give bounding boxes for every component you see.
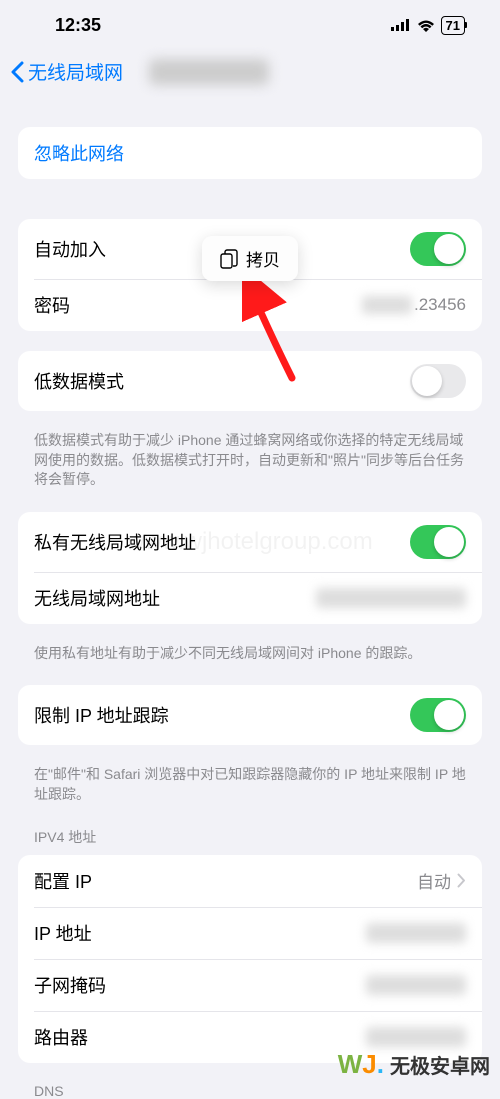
configure-ip-label: 配置 IP bbox=[34, 868, 92, 894]
password-redacted-part bbox=[362, 296, 412, 314]
auto-join-toggle[interactable] bbox=[410, 232, 466, 266]
private-address-group: 私有无线局域网地址 无线局域网地址 bbox=[18, 512, 482, 624]
limit-ip-group: 限制 IP 地址跟踪 bbox=[18, 685, 482, 745]
copy-label: 拷贝 bbox=[246, 246, 280, 271]
router-label: 路由器 bbox=[34, 1024, 88, 1050]
mac-address-row[interactable]: 无线局域网地址 bbox=[18, 572, 482, 624]
limit-ip-row: 限制 IP 地址跟踪 bbox=[18, 685, 482, 745]
low-data-group: 低数据模式 bbox=[18, 351, 482, 411]
private-address-row: 私有无线局域网地址 bbox=[18, 512, 482, 572]
limit-ip-note: 在"邮件"和 Safari 浏览器中对已知跟踪器隐藏你的 IP 地址来限制 IP… bbox=[34, 765, 466, 804]
chevron-right-icon bbox=[457, 873, 466, 888]
low-data-row: 低数据模式 bbox=[18, 351, 482, 411]
password-label: 密码 bbox=[34, 292, 70, 318]
dns-header: DNS bbox=[34, 1083, 466, 1099]
status-time: 12:35 bbox=[55, 15, 101, 36]
private-address-label: 私有无线局域网地址 bbox=[34, 529, 196, 555]
watermark-brand: 无极安卓网 bbox=[390, 1050, 490, 1079]
low-data-toggle[interactable] bbox=[410, 364, 466, 398]
status-bar: 12:35 71 bbox=[0, 0, 500, 50]
private-address-note: 使用私有地址有助于减少不同无线局域网间对 iPhone 的跟踪。 bbox=[34, 644, 466, 664]
low-data-label: 低数据模式 bbox=[34, 368, 124, 394]
copy-icon bbox=[220, 249, 238, 269]
ipv4-header: IPV4 地址 bbox=[34, 827, 466, 847]
auto-join-label: 自动加入 bbox=[34, 236, 106, 262]
battery-indicator: 71 bbox=[441, 16, 465, 35]
watermark-logo: WJ. bbox=[338, 1049, 384, 1080]
router-value-redacted bbox=[366, 1027, 466, 1047]
subnet-row: 子网掩码 bbox=[18, 959, 482, 1011]
configure-ip-value: 自动 bbox=[417, 868, 451, 893]
low-data-note: 低数据模式有助于减少 iPhone 通过蜂窝网络或你选择的特定无线局域网使用的数… bbox=[34, 431, 466, 490]
password-value: .23456 bbox=[362, 295, 466, 315]
mac-address-label: 无线局域网地址 bbox=[34, 585, 160, 611]
chevron-left-icon bbox=[10, 61, 24, 83]
ipv4-group: 配置 IP 自动 IP 地址 子网掩码 路由器 bbox=[18, 855, 482, 1063]
configure-ip-row[interactable]: 配置 IP 自动 bbox=[18, 855, 482, 907]
forget-network-group: 忽略此网络 bbox=[18, 127, 482, 179]
status-indicators: 71 bbox=[391, 16, 465, 35]
limit-ip-label: 限制 IP 地址跟踪 bbox=[34, 702, 169, 728]
ip-address-value-redacted bbox=[366, 923, 466, 943]
limit-ip-toggle[interactable] bbox=[410, 698, 466, 732]
forget-network-button[interactable]: 忽略此网络 bbox=[18, 127, 482, 179]
back-button[interactable]: 无线局域网 bbox=[10, 58, 123, 85]
back-label: 无线局域网 bbox=[28, 58, 123, 85]
ip-address-row: IP 地址 bbox=[18, 907, 482, 959]
signal-icon bbox=[391, 19, 411, 31]
wifi-icon bbox=[417, 19, 435, 32]
mac-address-value-redacted bbox=[316, 588, 466, 608]
subnet-label: 子网掩码 bbox=[34, 972, 106, 998]
watermark-bottom: WJ. 无极安卓网 bbox=[338, 1049, 490, 1080]
forget-network-label: 忽略此网络 bbox=[34, 140, 124, 166]
ip-address-label: IP 地址 bbox=[34, 920, 92, 946]
page-title-redacted bbox=[149, 59, 269, 85]
copy-popover[interactable]: 拷贝 bbox=[202, 236, 298, 281]
nav-bar: 无线局域网 bbox=[0, 50, 500, 97]
password-row[interactable]: 密码 .23456 bbox=[18, 279, 482, 331]
password-visible-suffix: .23456 bbox=[414, 295, 466, 315]
configure-ip-value-wrap: 自动 bbox=[417, 868, 466, 893]
private-address-toggle[interactable] bbox=[410, 525, 466, 559]
subnet-value-redacted bbox=[366, 975, 466, 995]
